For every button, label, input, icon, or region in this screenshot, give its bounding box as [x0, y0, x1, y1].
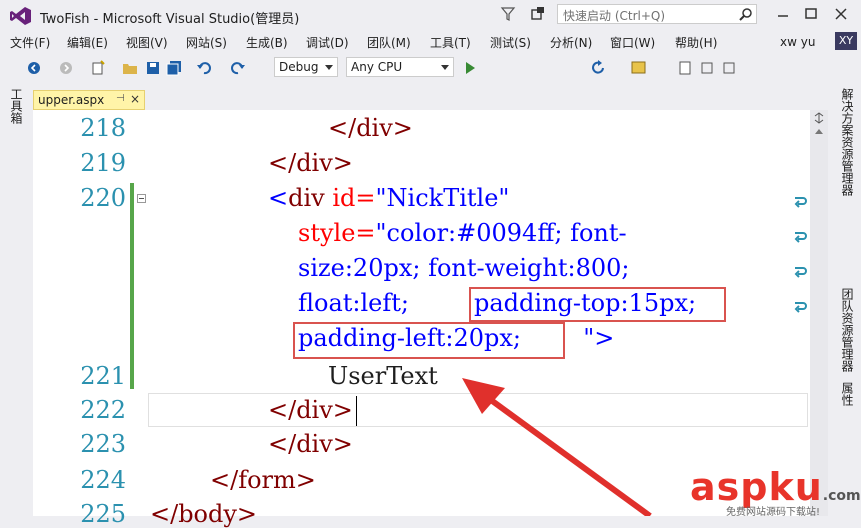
code-line: </div>: [268, 430, 353, 458]
menu-team[interactable]: 团队(M): [367, 34, 411, 51]
properties-tab[interactable]: 属性: [839, 382, 856, 406]
code-token: "color:#0094ff; font-: [375, 219, 627, 247]
word-wrap-icon: [794, 302, 807, 313]
split-icon[interactable]: [813, 112, 825, 124]
minimize-icon[interactable]: [770, 4, 796, 24]
menu-analyze[interactable]: 分析(N): [550, 34, 592, 51]
code-line: </body>: [150, 500, 258, 528]
vertical-scrollbar[interactable]: [810, 110, 828, 516]
forward-icon[interactable]: [58, 59, 74, 77]
toolbox-panel[interactable]: 工具箱: [0, 82, 30, 516]
configuration-value: Debug: [279, 60, 319, 74]
save-all-icon[interactable]: [166, 59, 182, 77]
word-wrap-icon: [794, 232, 807, 243]
code-line: float:left;: [298, 289, 417, 317]
notification-icon[interactable]: [530, 6, 546, 22]
quick-launch-input[interactable]: 快速启动 (Ctrl+Q): [557, 4, 757, 24]
highlight-box: [469, 287, 726, 322]
chevron-down-icon: [441, 65, 449, 70]
watermark-logo: aspku.com 免费网站源码下载站!: [690, 465, 861, 518]
chevron-down-icon: [325, 65, 333, 70]
line-number: 219: [80, 149, 126, 177]
search-icon[interactable]: [739, 7, 753, 21]
redo-icon[interactable]: [230, 59, 246, 77]
right-tool-panels: 解决方案资源管理器 团队资源管理器 属性: [833, 82, 861, 516]
annotation-arrow: [462, 378, 652, 516]
new-project-icon[interactable]: [90, 59, 106, 77]
menu-build[interactable]: 生成(B): [246, 34, 288, 51]
close-tab-icon[interactable]: ×: [130, 92, 140, 106]
menu-edit[interactable]: 编辑(E): [67, 34, 108, 51]
code-line: size:20px; font-weight:800;: [298, 254, 630, 282]
menu-help[interactable]: 帮助(H): [675, 34, 717, 51]
code-line: ">: [568, 324, 615, 352]
text-cursor: [356, 396, 357, 426]
code-line: <div id="NickTitle": [268, 184, 509, 212]
menu-bar: 文件(F) 编辑(E) 视图(V) 网站(S) 生成(B) 调试(D) 团队(M…: [0, 32, 861, 52]
collapse-icon[interactable]: [137, 194, 146, 203]
title-bar: TwoFish - Microsoft Visual Studio(管理员) 快…: [0, 0, 861, 32]
code-token: <: [268, 184, 289, 212]
back-icon[interactable]: [26, 59, 42, 77]
browser-link-icon[interactable]: [630, 59, 648, 77]
menu-view[interactable]: 视图(V): [126, 34, 168, 51]
code-token: id=: [324, 184, 376, 212]
open-folder-icon[interactable]: [122, 59, 138, 77]
word-wrap-icon: [794, 267, 807, 278]
line-number: 220: [80, 184, 126, 212]
quick-launch-placeholder: 快速启动 (Ctrl+Q): [563, 9, 666, 23]
avatar[interactable]: XY: [835, 32, 857, 50]
line-number: 222: [80, 396, 126, 424]
uncomment-icon[interactable]: [722, 59, 736, 77]
toolbox-label[interactable]: 工具箱: [8, 88, 25, 124]
tab-label: upper.aspx: [38, 93, 105, 107]
tab-upper-aspx[interactable]: upper.aspx ⊣ ×: [33, 90, 145, 110]
menu-file[interactable]: 文件(F): [10, 34, 50, 51]
code-line: UserText: [328, 362, 438, 390]
save-icon[interactable]: [146, 59, 160, 77]
platform-select[interactable]: Any CPU: [346, 57, 454, 77]
window-title: TwoFish - Microsoft Visual Studio(管理员): [40, 12, 300, 27]
menu-test[interactable]: 测试(S): [490, 34, 531, 51]
undo-icon[interactable]: [196, 59, 212, 77]
code-line: </div>: [268, 396, 353, 424]
change-indicator-bar: [130, 183, 134, 389]
comment-icon[interactable]: [700, 59, 714, 77]
line-number: 223: [80, 430, 126, 458]
solution-explorer-tab[interactable]: 解决方案资源管理器: [839, 88, 856, 196]
code-line: </form>: [210, 466, 316, 494]
code-line: </div>: [328, 114, 413, 142]
code-line: </div>: [268, 149, 353, 177]
pin-icon[interactable]: ⊣: [116, 93, 125, 104]
line-number: 218: [80, 114, 126, 142]
menu-website[interactable]: 网站(S): [186, 34, 227, 51]
team-explorer-tab[interactable]: 团队资源管理器: [839, 288, 856, 372]
refresh-icon[interactable]: [590, 59, 606, 77]
highlight-box: [293, 322, 565, 359]
maximize-icon[interactable]: [798, 4, 824, 24]
menu-window[interactable]: 窗口(W): [610, 34, 655, 51]
line-number: 225: [80, 500, 126, 528]
menu-debug[interactable]: 调试(D): [306, 34, 349, 51]
code-token: style=: [298, 219, 376, 247]
word-wrap-icon: [794, 197, 807, 208]
menu-tools[interactable]: 工具(T): [430, 34, 471, 51]
line-number: 221: [80, 362, 126, 390]
visual-studio-logo-icon: [10, 7, 31, 25]
code-line: style="color:#0094ff; font-: [298, 219, 627, 247]
user-name[interactable]: xw yu: [780, 35, 815, 49]
format-document-icon[interactable]: [678, 59, 692, 77]
platform-value: Any CPU: [351, 60, 403, 74]
code-token: "NickTitle": [375, 184, 510, 212]
line-number: 224: [80, 466, 126, 494]
configuration-select[interactable]: Debug: [274, 57, 338, 77]
close-icon[interactable]: [828, 4, 854, 24]
code-token: div: [288, 184, 325, 212]
filter-icon[interactable]: [500, 6, 516, 22]
watermark-suffix: .com: [822, 488, 861, 504]
scroll-up-icon[interactable]: [813, 126, 825, 136]
start-debug-icon[interactable]: [463, 59, 477, 77]
